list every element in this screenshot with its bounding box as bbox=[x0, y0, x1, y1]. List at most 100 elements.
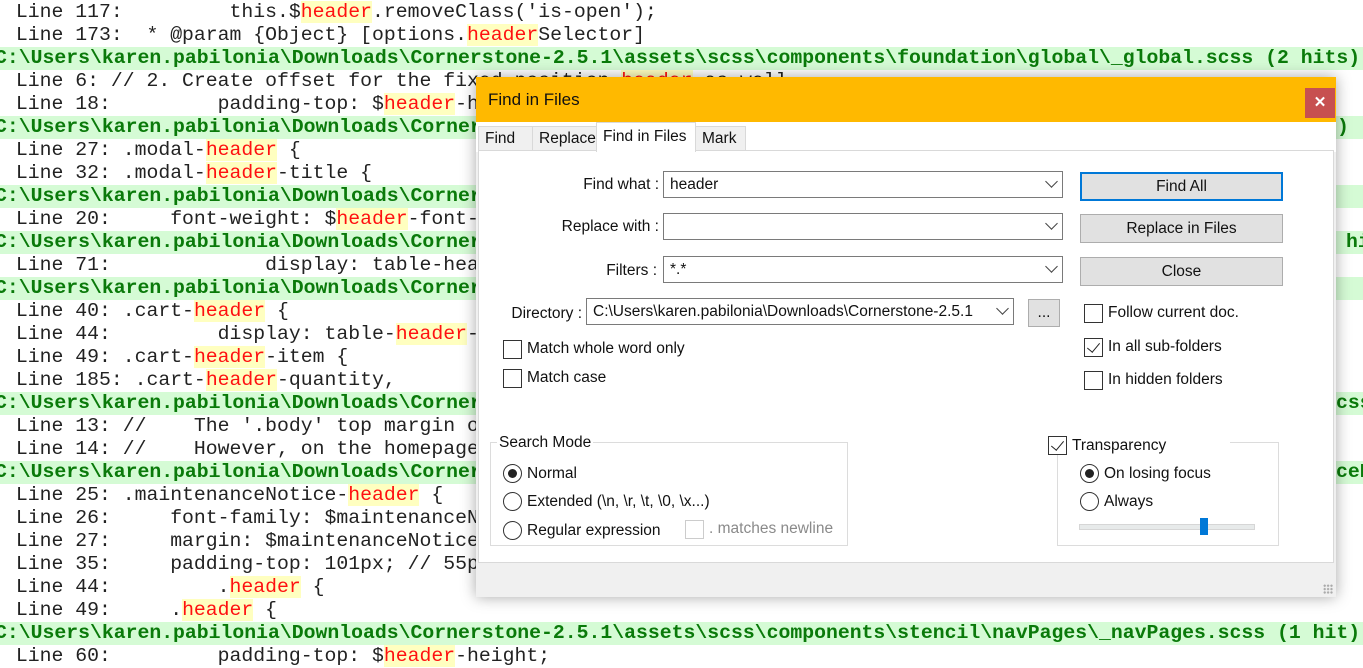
extended-radio[interactable] bbox=[503, 492, 522, 511]
replace-with-label: Replace with : bbox=[561, 218, 659, 235]
result-text: Line 27: margin: $maintenanceNotice bbox=[4, 530, 479, 552]
chevron-down-icon[interactable] bbox=[1045, 175, 1058, 188]
chevron-down-icon[interactable] bbox=[1045, 217, 1058, 230]
title-bar[interactable]: Find in Files ✕ bbox=[476, 77, 1336, 122]
find-what-input[interactable]: header bbox=[663, 171, 1063, 198]
checkmark-icon bbox=[1050, 437, 1065, 451]
result-text: Line 185: .cart-header-quantity, bbox=[4, 369, 396, 391]
search-match: header bbox=[205, 162, 278, 184]
close-icon[interactable]: ✕ bbox=[1305, 88, 1335, 118]
result-text: C:\Users\karen.pabilonia\Downloads\Corne… bbox=[0, 231, 482, 253]
result-file-header[interactable]: C:\Users\karen.pabilonia\Downloads\Corne… bbox=[0, 622, 1363, 645]
on-losing-focus-radio[interactable] bbox=[1080, 464, 1099, 483]
always-label[interactable]: Always bbox=[1104, 493, 1153, 511]
browse-directory-button[interactable]: ... bbox=[1028, 299, 1060, 327]
result-text-fragment: hi bbox=[1346, 231, 1363, 253]
result-text: Line 32: .modal-header-title { bbox=[4, 162, 373, 184]
radio-dot-icon bbox=[508, 469, 517, 478]
result-text: Line 44: display: table-header- bbox=[4, 323, 479, 345]
transparency-slider-thumb[interactable] bbox=[1199, 518, 1208, 535]
replace-with-input[interactable] bbox=[663, 213, 1063, 240]
result-text-fragment: ceN bbox=[1336, 461, 1363, 483]
result-text: Line 117: this.$header.removeClass('is-o… bbox=[4, 1, 657, 23]
result-text: Line 173: * @param {Object} [options.hea… bbox=[4, 24, 646, 46]
result-text: C:\Users\karen.pabilonia\Downloads\Corne… bbox=[0, 277, 482, 299]
result-file-header[interactable]: C:\Users\karen.pabilonia\Downloads\Corne… bbox=[0, 47, 1363, 70]
matches-newline-checkbox[interactable] bbox=[685, 520, 704, 539]
extended-label[interactable]: Extended (\n, \r, \t, \0, \x...) bbox=[527, 493, 710, 511]
result-text: Line 71: display: table-hea bbox=[4, 254, 479, 276]
tab-find-in-files[interactable]: Find in Files bbox=[596, 122, 696, 152]
matches-newline-label: . matches newline bbox=[709, 520, 834, 537]
transparency-slider-track[interactable] bbox=[1079, 524, 1255, 530]
result-text: Line 13: // The '.body' top margin o bbox=[4, 415, 479, 437]
search-match: header bbox=[336, 208, 408, 230]
regex-radio[interactable] bbox=[503, 521, 522, 540]
search-match: header bbox=[395, 323, 467, 345]
result-text: Line 40: .cart-header { bbox=[4, 300, 289, 322]
tab-replace[interactable]: Replace bbox=[532, 126, 598, 150]
search-match: header bbox=[205, 369, 278, 391]
result-text: Line 25: .maintenanceNotice-header { bbox=[4, 484, 444, 506]
result-text: Line 20: font-weight: $header-font- bbox=[4, 208, 479, 230]
always-radio[interactable] bbox=[1080, 492, 1099, 511]
normal-radio[interactable] bbox=[503, 464, 522, 483]
search-match: header bbox=[466, 24, 539, 46]
find-all-button[interactable]: Find All bbox=[1080, 172, 1283, 201]
search-match: header bbox=[182, 599, 254, 621]
regex-label[interactable]: Regular expression bbox=[527, 522, 661, 540]
result-text: C:\Users\karen.pabilonia\Downloads\Corne… bbox=[0, 185, 482, 207]
result-text: Line 26: font-family: $maintenanceN bbox=[4, 507, 479, 529]
chevron-down-icon[interactable] bbox=[996, 302, 1009, 315]
result-text: Line 18: padding-top: $header-h bbox=[4, 93, 479, 115]
find-what-label: Find what : bbox=[583, 176, 659, 193]
match-whole-word-checkbox[interactable] bbox=[503, 340, 522, 359]
close-button[interactable]: Close bbox=[1080, 257, 1283, 286]
search-match: header bbox=[383, 93, 456, 115]
result-line[interactable]: Line 117: this.$header.removeClass('is-o… bbox=[0, 1, 1363, 24]
directory-input[interactable]: C:\Users\karen.pabilonia\Downloads\Corne… bbox=[586, 298, 1014, 325]
result-text: C:\Users\karen.pabilonia\Downloads\Corne… bbox=[0, 622, 1361, 644]
on-losing-focus-label[interactable]: On losing focus bbox=[1104, 465, 1211, 483]
result-text: C:\Users\karen.pabilonia\Downloads\Corne… bbox=[0, 47, 1361, 69]
chevron-down-icon[interactable] bbox=[1045, 260, 1058, 273]
tab-find[interactable]: Find bbox=[478, 126, 534, 150]
tab-mark[interactable]: Mark bbox=[695, 126, 746, 150]
search-match: header bbox=[383, 645, 456, 667]
search-match: header bbox=[205, 139, 278, 161]
transparency-checkbox[interactable] bbox=[1048, 436, 1067, 455]
replace-in-files-button[interactable]: Replace in Files bbox=[1080, 214, 1283, 243]
search-match: header bbox=[193, 346, 266, 368]
result-text: C:\Users\karen.pabilonia\Downloads\Corne… bbox=[0, 392, 482, 414]
result-line[interactable]: Line 49: .header { bbox=[0, 599, 1363, 622]
match-case-label[interactable]: Match case bbox=[527, 369, 606, 387]
directory-value: C:\Users\karen.pabilonia\Downloads\Corne… bbox=[593, 303, 973, 320]
follow-current-doc-label[interactable]: Follow current doc. bbox=[1108, 304, 1239, 322]
result-text-fragment: ) bbox=[1337, 116, 1349, 138]
result-text-fragment: css bbox=[1336, 392, 1363, 414]
normal-label[interactable]: Normal bbox=[527, 465, 577, 483]
filters-value: *.* bbox=[670, 261, 687, 278]
filters-input[interactable]: *.* bbox=[663, 256, 1063, 283]
result-text: Line 27: .modal-header { bbox=[4, 139, 301, 161]
resize-grip-icon[interactable] bbox=[1323, 584, 1333, 594]
search-match: header bbox=[229, 576, 301, 598]
result-line[interactable]: Line 173: * @param {Object} [options.hea… bbox=[0, 24, 1363, 47]
follow-current-doc-checkbox[interactable] bbox=[1084, 304, 1103, 323]
result-text: C:\Users\karen.pabilonia\Downloads\Corne… bbox=[0, 116, 482, 138]
in-hidden-folders-label[interactable]: In hidden folders bbox=[1108, 371, 1223, 389]
in-all-subfolders-label[interactable]: In all sub-folders bbox=[1108, 338, 1222, 356]
find-in-files-dialog: Find in Files ✕ Find Replace Find in Fil… bbox=[476, 77, 1336, 597]
search-mode-label: Search Mode bbox=[497, 434, 594, 452]
search-match: header bbox=[300, 1, 373, 23]
result-text: Line 60: padding-top: $header-height; bbox=[4, 645, 551, 667]
result-line[interactable]: Line 60: padding-top: $header-height; bbox=[0, 645, 1363, 668]
search-match: header bbox=[348, 484, 420, 506]
match-case-checkbox[interactable] bbox=[503, 369, 522, 388]
result-text: Line 49: .header { bbox=[4, 599, 278, 621]
in-all-subfolders-checkbox[interactable] bbox=[1084, 338, 1103, 357]
transparency-label[interactable]: Transparency bbox=[1072, 437, 1166, 455]
in-hidden-folders-checkbox[interactable] bbox=[1084, 371, 1103, 390]
match-whole-word-label[interactable]: Match whole word only bbox=[527, 340, 685, 358]
result-text: Line 14: // However, on the homepage bbox=[4, 438, 479, 460]
